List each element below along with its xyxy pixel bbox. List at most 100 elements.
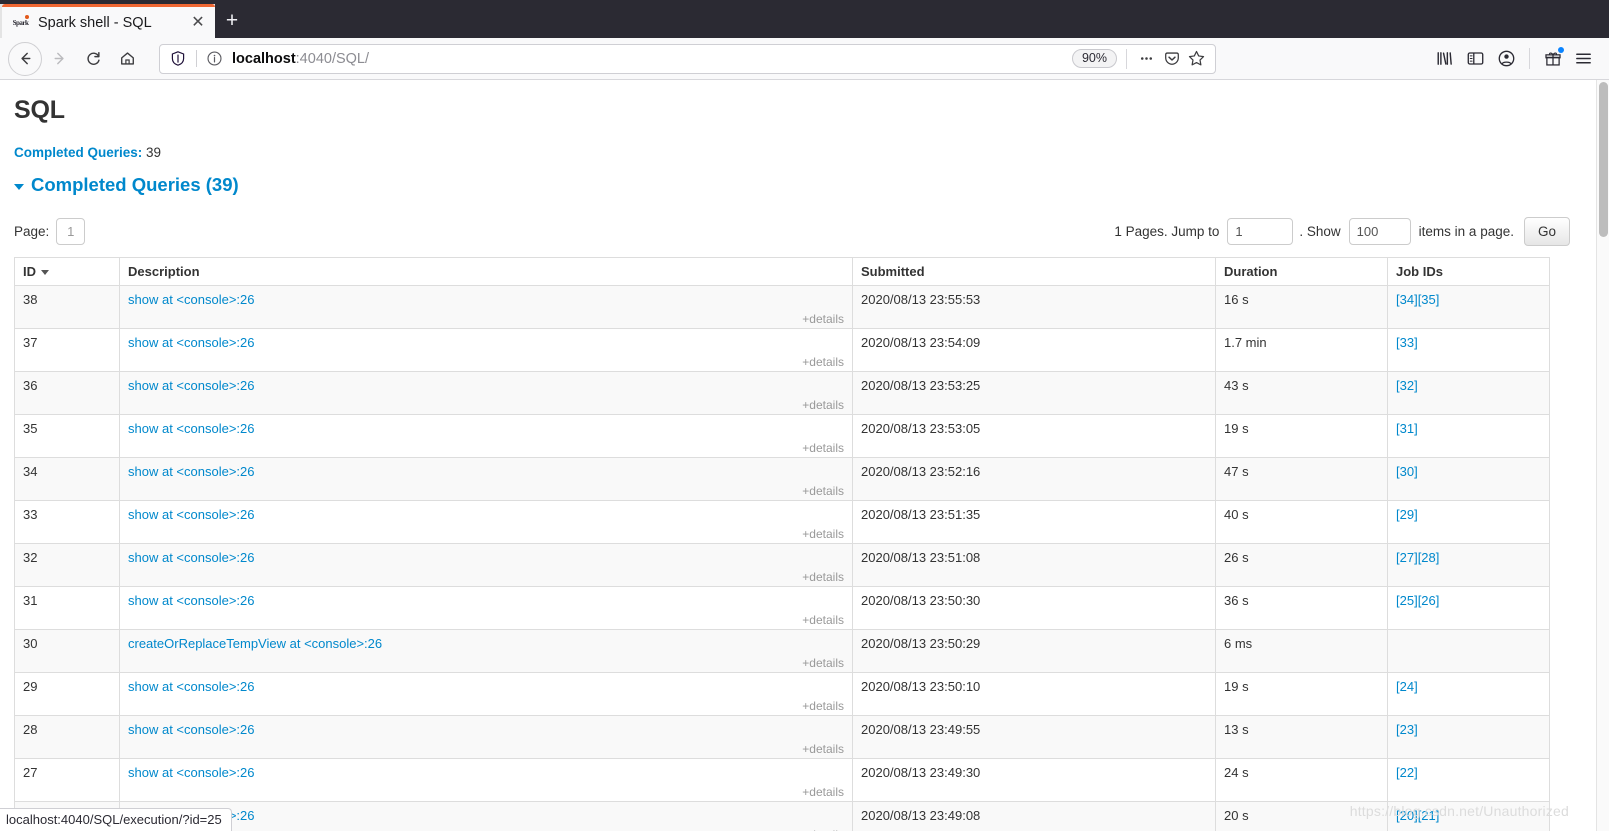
description-link[interactable]: show at <console>:26 [128,679,254,694]
job-id-link[interactable]: [29] [1396,507,1418,522]
page-number-input[interactable] [56,217,86,245]
description-link[interactable]: show at <console>:26 [128,593,254,608]
sidebar-icon[interactable] [1460,44,1491,74]
job-id-link[interactable]: [20] [1396,808,1418,823]
page-scrollbar[interactable] [1596,80,1609,831]
table-header-row: ID Description Submitted Duration Job ID… [14,257,1550,286]
job-id-link[interactable]: [27] [1396,550,1418,565]
job-id-link[interactable]: [21] [1418,808,1440,823]
browser-tab-spark-shell-sql[interactable]: Spark Spark shell - SQL ✕ [2,4,215,38]
cell-submitted: 2020/08/13 23:53:25 [852,371,1216,415]
completed-queries-toggle[interactable]: Completed Queries (39) [14,174,1570,196]
cell-duration: 1.7 min [1215,328,1388,372]
library-icon[interactable] [1429,44,1460,74]
cell-job-ids [1387,629,1550,673]
cell-description: show at <console>:26 +details [119,328,853,372]
description-link[interactable]: show at <console>:26 [128,421,254,436]
details-toggle[interactable]: +details [802,527,844,541]
page-title: SQL [14,96,65,124]
details-toggle[interactable]: +details [802,398,844,412]
details-toggle[interactable]: +details [802,570,844,584]
details-toggle[interactable]: +details [802,484,844,498]
job-id-link[interactable]: [30] [1396,464,1418,479]
table-row: 28 show at <console>:26 +details 2020/08/13… [14,715,1550,759]
description-link[interactable]: createOrReplaceTempView at <console>:26 [128,636,382,651]
toolbar-separator [1529,48,1530,69]
job-id-link[interactable]: [28] [1418,550,1440,565]
tab-title: Spark shell - SQL [38,14,152,31]
shield-icon[interactable] [169,50,187,68]
close-icon[interactable]: ✕ [187,12,209,34]
job-id-link[interactable]: [22] [1396,765,1418,780]
url-bar[interactable]: localhost:4040/SQL/ 90% [159,43,1216,74]
job-id-link[interactable]: [33] [1396,335,1418,350]
description-link[interactable]: show at <console>:26 [128,378,254,393]
zoom-level-indicator[interactable]: 90% [1071,49,1117,68]
description-link[interactable]: show at <console>:26 [128,722,254,737]
details-toggle[interactable]: +details [802,785,844,799]
browser-window: Spark Spark shell - SQL ✕ + localhost:40… [0,0,1609,831]
job-id-link[interactable]: [32] [1396,378,1418,393]
column-header-jobids[interactable]: Job IDs [1387,257,1550,286]
details-toggle[interactable]: +details [802,312,844,326]
description-link[interactable]: show at <console>:26 [128,464,254,479]
details-toggle[interactable]: +details [802,441,844,455]
gift-icon[interactable] [1537,44,1568,74]
job-id-link[interactable]: [26] [1418,593,1440,608]
items-per-page-input[interactable] [1348,217,1411,245]
description-link[interactable]: show at <console>:26 [128,765,254,780]
table-row: 26show at <console>:26+details2020/08/13… [14,801,1550,831]
pocket-icon[interactable] [1159,46,1184,71]
job-id-link[interactable]: [25] [1396,593,1418,608]
forward-arrow-icon[interactable] [42,42,76,76]
home-icon[interactable] [110,42,144,76]
cell-job-ids: [29] [1387,500,1550,544]
cell-job-ids: [27][28] [1387,543,1550,587]
cell-duration: 16 s [1215,285,1388,329]
column-header-description[interactable]: Description [119,257,853,286]
reload-icon[interactable] [76,42,110,76]
description-link[interactable]: show at <console>:26 [128,550,254,565]
account-icon[interactable] [1491,44,1522,74]
column-header-id[interactable]: ID [14,257,120,286]
go-button[interactable]: Go [1523,216,1570,246]
cell-id: 36 [14,371,120,415]
details-toggle[interactable]: +details [802,656,844,670]
bookmark-star-icon[interactable] [1184,46,1209,71]
items-in-page-label: items in a page. [1418,223,1514,239]
job-id-link[interactable]: [31] [1396,421,1418,436]
column-header-submitted[interactable]: Submitted [852,257,1216,286]
cell-submitted: 2020/08/13 23:51:08 [852,543,1216,587]
cell-id: 27 [14,758,120,802]
cell-id: 28 [14,715,120,759]
job-id-link[interactable]: [34] [1396,292,1418,307]
info-icon[interactable] [206,50,223,67]
table-header: ID Description Submitted Duration Job ID… [14,257,1550,286]
cell-id: 32 [14,543,120,587]
new-tab-button[interactable]: + [215,4,249,38]
column-header-duration[interactable]: Duration [1215,257,1388,286]
url-text[interactable]: localhost:4040/SQL/ [232,51,1072,67]
cell-description: show at <console>:26 +details [119,457,853,501]
cell-submitted: 2020/08/13 23:49:08 [852,801,1216,831]
description-link[interactable]: show at <console>:26 [128,507,254,522]
details-toggle[interactable]: +details [802,355,844,369]
details-toggle[interactable]: +details [802,699,844,713]
cell-submitted: 2020/08/13 23:50:10 [852,672,1216,716]
description-link[interactable]: show at <console>:26 [128,292,254,307]
scrollbar-thumb[interactable] [1599,82,1608,237]
back-arrow-icon[interactable] [8,41,42,76]
jump-to-page-input[interactable] [1227,217,1294,245]
description-link[interactable]: show at <console>:26 [128,335,254,350]
menu-icon[interactable] [1568,44,1599,74]
details-toggle[interactable]: +details [802,613,844,627]
page-viewport: SQL Completed Queries: 39 Completed Quer… [0,80,1609,831]
job-id-link[interactable]: [23] [1396,722,1418,737]
cell-id: 33 [14,500,120,544]
job-id-link[interactable]: [35] [1418,292,1440,307]
cell-description: show at <console>:26 +details [119,758,853,802]
cell-submitted: 2020/08/13 23:54:09 [852,328,1216,372]
details-toggle[interactable]: +details [802,742,844,756]
job-id-link[interactable]: [24] [1396,679,1418,694]
page-actions-icon[interactable] [1134,46,1159,71]
